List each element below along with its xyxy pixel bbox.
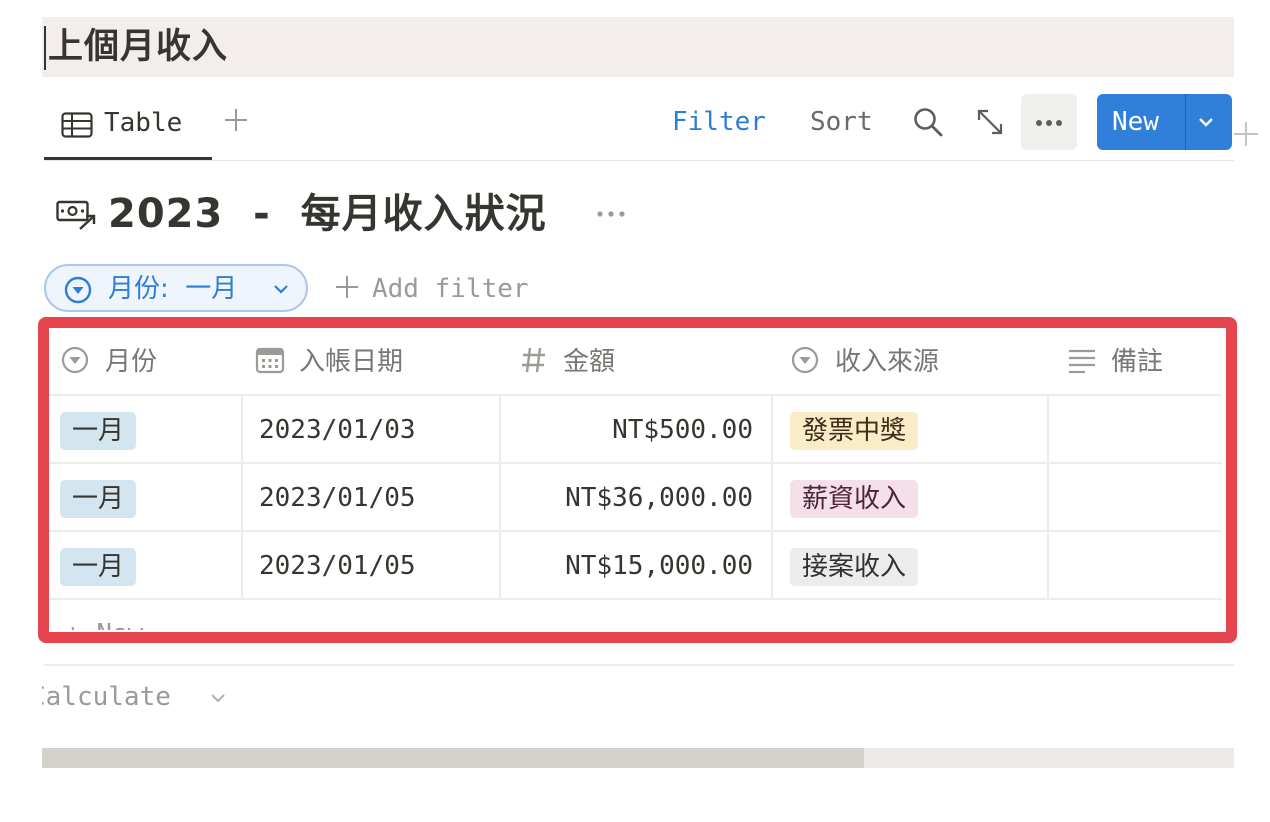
expand-icon[interactable] <box>974 106 1006 138</box>
tab-table-view[interactable]: Table <box>44 94 212 160</box>
scrollbar-thumb[interactable] <box>42 748 865 768</box>
add-block-icon[interactable] <box>1232 120 1260 148</box>
chevron-down-icon <box>211 694 225 703</box>
tab-table-label: Table <box>104 108 183 138</box>
more-options-button[interactable] <box>1021 94 1077 150</box>
database-title[interactable]: 2023 - 每月收入狀況 <box>108 190 547 238</box>
sort-button[interactable]: Sort <box>810 106 873 138</box>
horizontal-scrollbar[interactable] <box>42 748 1234 768</box>
chevron-down-icon <box>274 285 288 294</box>
new-button-label: New <box>1112 107 1159 137</box>
search-icon[interactable] <box>912 106 944 138</box>
plus-icon <box>336 276 358 298</box>
dot-icon <box>1046 120 1052 126</box>
page-heading[interactable]: 上個月收入 <box>48 24 228 70</box>
calculate-divider <box>44 664 1234 666</box>
select-icon <box>64 276 92 304</box>
money-transfer-icon <box>56 200 96 230</box>
more-horizontal-icon[interactable] <box>596 210 626 218</box>
toolbar-divider <box>44 160 1234 161</box>
dot-icon <box>1036 120 1042 126</box>
highlight-annotation-box <box>38 317 1237 643</box>
dot-icon <box>1056 120 1062 126</box>
calculate-label: Calculate <box>42 682 171 712</box>
table-icon <box>61 112 93 138</box>
month-filter-chip[interactable]: 月份: 一月 <box>44 264 308 312</box>
add-filter-label: Add filter <box>372 274 529 304</box>
text-cursor <box>44 26 46 70</box>
calculate-button[interactable]: Calculate <box>42 680 242 716</box>
filter-button[interactable]: Filter <box>672 106 766 138</box>
chevron-down-icon[interactable] <box>1196 112 1216 132</box>
add-view-icon[interactable] <box>222 106 250 134</box>
filter-chip-label: 月份: 一月 <box>108 274 238 304</box>
new-button[interactable]: New <box>1097 94 1232 150</box>
new-button-divider <box>1185 94 1186 150</box>
